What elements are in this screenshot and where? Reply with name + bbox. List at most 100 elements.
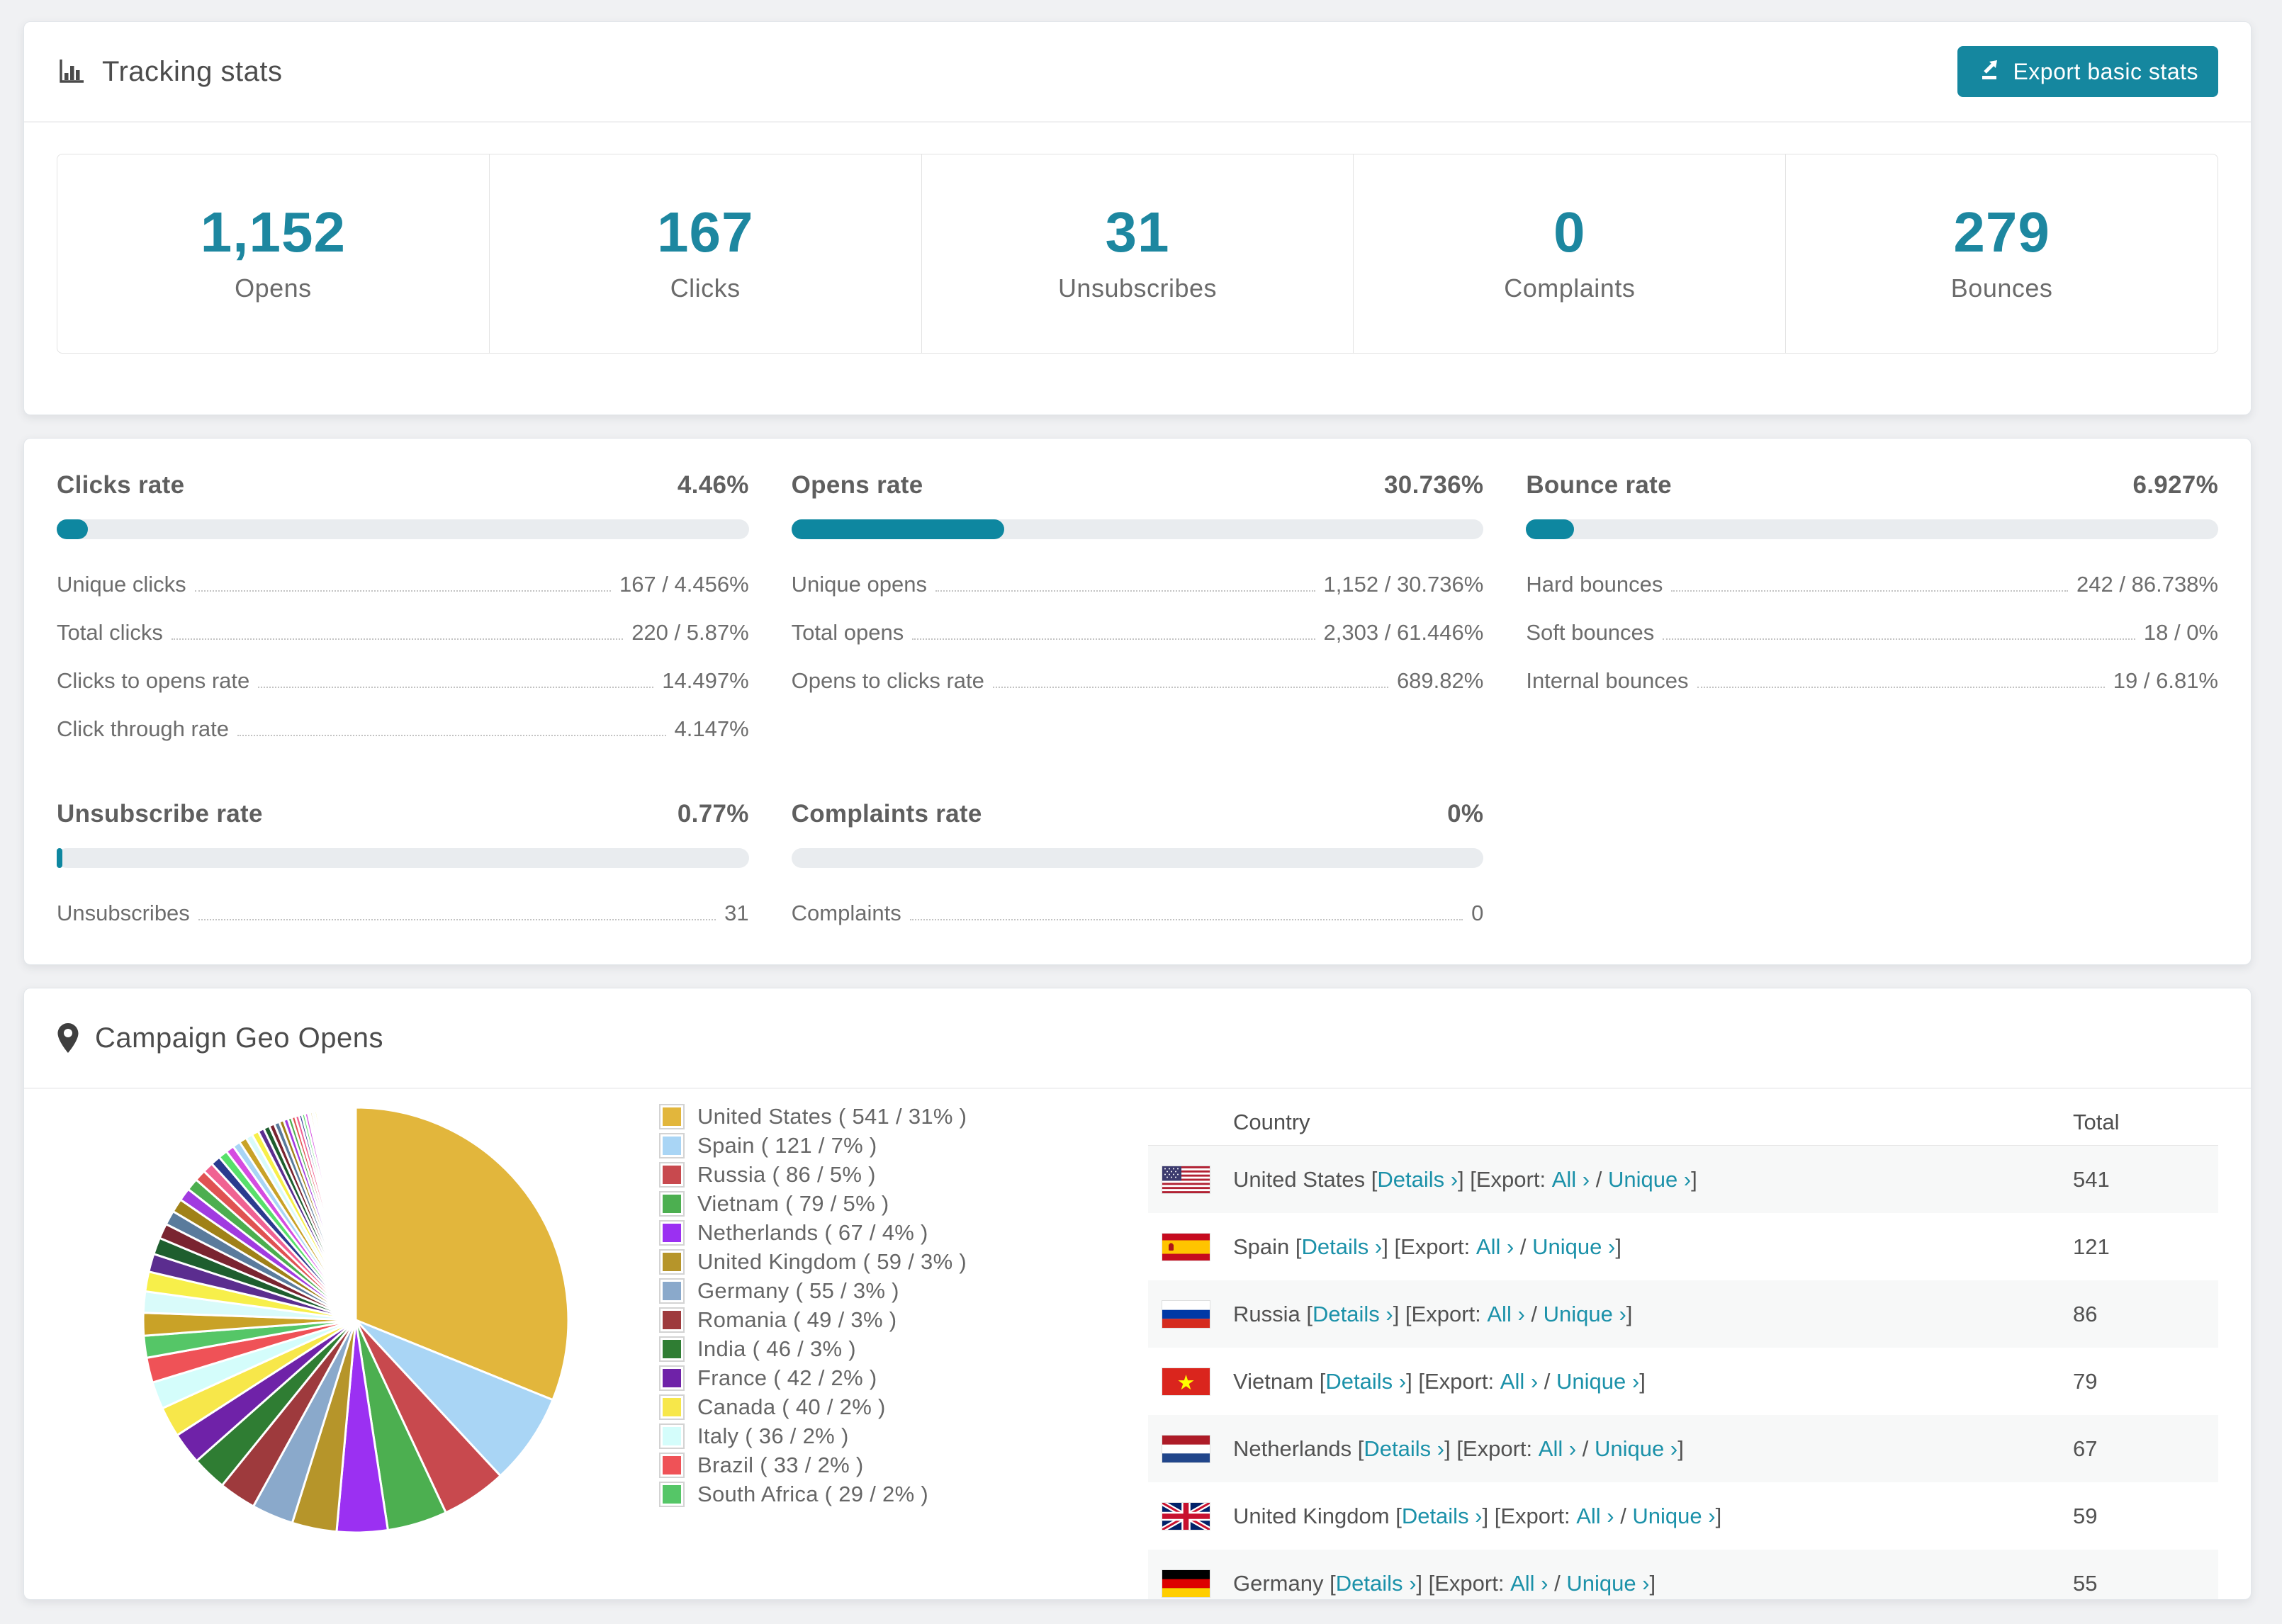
export-unique-link[interactable]: Unique › [1632, 1504, 1715, 1529]
country-name: United Kingdom [1233, 1503, 1390, 1528]
export-all-link[interactable]: All › [1552, 1167, 1590, 1192]
country-total: 79 [2073, 1368, 2098, 1394]
opens-rate-title: Opens rate [791, 471, 923, 499]
opens-rate-bar-fill [791, 519, 1004, 539]
clicks-rate-percent: 4.46% [677, 471, 749, 499]
legend-swatch [659, 1132, 685, 1158]
country-total: 67 [2073, 1436, 2098, 1461]
country-total: 121 [2073, 1234, 2110, 1259]
legend-swatch [659, 1423, 685, 1449]
bounce-rate-block: Bounce rate 6.927% Hard bounces 242 / 86.… [1526, 471, 2218, 753]
stat-line: Unique clicks 167 / 4.456% [57, 572, 749, 597]
stat-line: Complaints 0 [791, 901, 1484, 925]
campaign-geo-opens-card: Campaign Geo Opens United States ( 541 /… [23, 988, 2252, 1600]
unsubscribe-rate-bar [57, 848, 749, 868]
complaints-rate-bar [791, 848, 1484, 868]
pie-chart-area [57, 1099, 659, 1599]
stat-box-unsubscribes: 31 Unsubscribes [922, 154, 1354, 353]
uk-flag-icon [1162, 1502, 1210, 1530]
details-link[interactable]: Details › [1377, 1167, 1458, 1192]
export-all-link[interactable]: All › [1510, 1571, 1548, 1596]
rates-grid: Clicks rate 4.46% Unique clicks 167 / 4.4… [24, 439, 2251, 970]
clicks-rate-block: Clicks rate 4.46% Unique clicks 167 / 4.4… [57, 471, 749, 753]
geo-title: Campaign Geo Opens [57, 1022, 383, 1054]
stat-box-complaints: 0 Complaints [1354, 154, 1787, 353]
table-row-spain: Spain [Details ›] [Export: All › / Uniqu… [1148, 1213, 2218, 1280]
complaints-count: 0 [1553, 201, 1586, 264]
export-unique-link[interactable]: Unique › [1544, 1302, 1626, 1327]
bounces-label: Bounces [1950, 274, 2053, 303]
details-link[interactable]: Details › [1325, 1369, 1406, 1394]
export-unique-link[interactable]: Unique › [1566, 1571, 1649, 1596]
spain-flag-icon [1162, 1233, 1210, 1261]
table-row-united-states: United States [Details ›] [Export: All ›… [1148, 1146, 2218, 1213]
country-total: 541 [2073, 1166, 2110, 1192]
opens-rate-bar [791, 519, 1484, 539]
tracking-stats-card: Tracking stats Export basic stats 1,152 … [23, 21, 2252, 415]
table-row-vietnam: Vietnam [Details ›] [Export: All › / Uni… [1148, 1348, 2218, 1415]
complaints-rate-block: Complaints rate 0% Complaints 0 [791, 800, 1484, 937]
bounce-rate-bar-fill [1526, 519, 1574, 539]
geo-body: United States ( 541 / 31% ) Spain ( 121 … [24, 1089, 2251, 1599]
legend-item-south-africa: South Africa ( 29 / 2% ) [659, 1479, 1148, 1509]
details-link[interactable]: Details › [1313, 1302, 1393, 1327]
export-unique-link[interactable]: Unique › [1595, 1436, 1677, 1462]
export-unique-link[interactable]: Unique › [1608, 1167, 1691, 1192]
export-all-link[interactable]: All › [1487, 1302, 1524, 1327]
rates-card: Clicks rate 4.46% Unique clicks 167 / 4.4… [23, 438, 2252, 965]
country-name: Vietnam [1233, 1368, 1314, 1394]
legend-item-canada: Canada ( 40 / 2% ) [659, 1392, 1148, 1421]
netherlands-flag-icon [1162, 1435, 1210, 1462]
geo-title-text: Campaign Geo Opens [95, 1022, 384, 1054]
export-unique-link[interactable]: Unique › [1556, 1369, 1639, 1394]
legend-swatch [659, 1103, 685, 1129]
export-basic-stats-button[interactable]: Export basic stats [1957, 46, 2218, 97]
details-link[interactable]: Details › [1336, 1571, 1417, 1596]
details-link[interactable]: Details › [1364, 1436, 1444, 1462]
germany-flag-icon [1162, 1569, 1210, 1597]
opens-rate-percent: 30.736% [1384, 471, 1484, 499]
clicks-rate-bar [57, 519, 749, 539]
country-name: Russia [1233, 1301, 1300, 1326]
export-unique-link[interactable]: Unique › [1532, 1234, 1615, 1260]
country-total: 55 [2073, 1570, 2098, 1596]
details-link[interactable]: Details › [1402, 1504, 1483, 1529]
dashboard-page: Tracking stats Export basic stats 1,152 … [0, 0, 2282, 1624]
stat-line: Hard bounces 242 / 86.738% [1526, 572, 2218, 597]
complaints-label: Complaints [1504, 274, 1636, 303]
export-all-link[interactable]: All › [1476, 1234, 1514, 1260]
opens-count: 1,152 [200, 201, 346, 264]
legend-item-russia: Russia ( 86 / 5% ) [659, 1160, 1148, 1189]
stat-box-clicks: 167 Clicks [490, 154, 922, 353]
table-row-germany: Germany [Details ›] [Export: All › / Uni… [1148, 1550, 2218, 1599]
tracking-stats-title-text: Tracking stats [102, 55, 283, 87]
country-column-header: Country [1233, 1109, 1310, 1134]
stat-line: Unique opens 1,152 / 30.736% [791, 572, 1484, 597]
export-all-link[interactable]: All › [1539, 1436, 1576, 1462]
vietnam-flag-icon [1162, 1368, 1210, 1395]
stat-box-bounces: 279 Bounces [1786, 154, 2218, 353]
complaints-rate-percent: 0% [1447, 800, 1484, 828]
export-all-link[interactable]: All › [1576, 1504, 1614, 1529]
russia-flag-icon [1162, 1300, 1210, 1328]
tracking-stats-title: Tracking stats [57, 56, 282, 88]
map-pin-icon [57, 1022, 79, 1054]
geo-country-table: Country Total United States [Details ›] … [1148, 1099, 2218, 1599]
country-name: Spain [1233, 1234, 1290, 1259]
export-all-link[interactable]: All › [1500, 1369, 1538, 1394]
stat-line: Opens to clicks rate 689.82% [791, 668, 1484, 693]
country-name: Germany [1233, 1570, 1324, 1596]
stat-line: Soft bounces 18 / 0% [1526, 620, 2218, 645]
stat-line: Total clicks 220 / 5.87% [57, 620, 749, 645]
stat-box-opens: 1,152 Opens [57, 154, 490, 353]
country-name: Netherlands [1233, 1436, 1352, 1461]
table-row-russia: Russia [Details ›] [Export: All › / Uniq… [1148, 1280, 2218, 1348]
country-total: 86 [2073, 1301, 2098, 1326]
unsubscribe-rate-block: Unsubscribe rate 0.77% Unsubscribes 31 [57, 800, 749, 937]
stats-row: 1,152 Opens 167 Clicks 31 Unsubscribes 0… [57, 154, 2218, 354]
legend-item-netherlands: Netherlands ( 67 / 4% ) [659, 1218, 1148, 1247]
details-link[interactable]: Details › [1302, 1234, 1383, 1260]
stat-line: Internal bounces 19 / 6.81% [1526, 668, 2218, 693]
legend-item-italy: Italy ( 36 / 2% ) [659, 1421, 1148, 1450]
legend-item-brazil: Brazil ( 33 / 2% ) [659, 1450, 1148, 1479]
